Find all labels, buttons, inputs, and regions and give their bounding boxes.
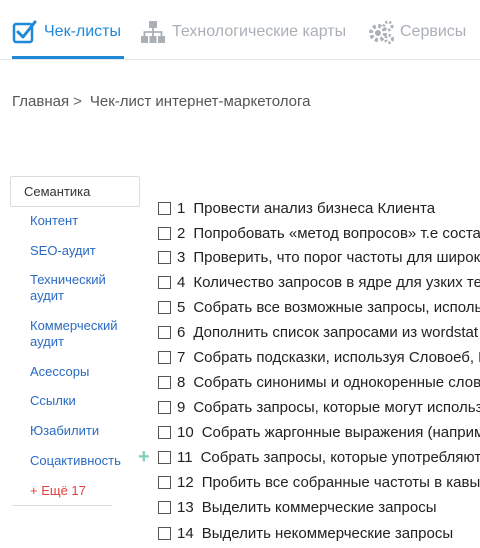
item-text[interactable]: Собрать жаргонные выражения (наприм	[202, 424, 480, 441]
checklist-item: 5 Собрать все возможные запросы, использ…	[158, 295, 480, 319]
item-text[interactable]: Выделить некоммерческие запросы	[202, 525, 453, 542]
sidebar-item-seo-audit[interactable]: SEO-аудит	[30, 243, 140, 259]
checklist-item: 8 Собрать синонимы и однокоренные слова	[158, 370, 480, 394]
checkbox[interactable]	[158, 226, 171, 240]
item-text[interactable]: Собрать запросы, которые могут использ	[193, 399, 480, 416]
tab-tech-maps[interactable]: Технологические карты	[140, 18, 346, 46]
checkbox[interactable]	[158, 526, 171, 540]
item-number: 13	[177, 498, 194, 516]
checkbox[interactable]	[158, 350, 171, 364]
tab-checklists[interactable]: Чек-листы	[12, 18, 121, 46]
sidebar-item-usability[interactable]: Юзабилити	[30, 423, 140, 439]
checklist-item: 1 Провести анализ бизнеса Клиента	[158, 196, 480, 220]
item-number: 7	[177, 348, 186, 366]
sidebar-more-link[interactable]: + Ещё 17	[30, 483, 86, 498]
checklist-item: 11 Собрать запросы, которые употребляют	[158, 445, 480, 469]
checkbox[interactable]	[158, 450, 171, 464]
checkbox[interactable]	[158, 400, 171, 414]
checkbox[interactable]	[158, 375, 171, 389]
item-number: 14	[177, 524, 194, 542]
checkbox[interactable]	[158, 425, 171, 439]
item-number: 8	[177, 373, 186, 391]
breadcrumb: Главная > Чек-лист интернет-маркетолога	[12, 93, 311, 110]
checklist-item: 3 Проверить, что порог частоты для широк…	[158, 245, 480, 269]
hierarchy-icon	[141, 21, 165, 43]
checklist: 1 Провести анализ бизнеса Клиента 2 Попр…	[158, 196, 480, 548]
checkbox[interactable]	[158, 500, 171, 514]
breadcrumb-separator: >	[73, 93, 82, 110]
checkbox[interactable]	[158, 250, 171, 264]
item-number: 9	[177, 398, 186, 416]
checkbox[interactable]	[158, 300, 171, 314]
sidebar-item-semantics[interactable]: Семантика	[10, 176, 140, 207]
item-text[interactable]: Пробить все собранные частоты в кавыч	[202, 474, 480, 491]
checklist-item: 12 Пробить все собранные частоты в кавыч	[158, 470, 480, 494]
item-number: 10	[177, 423, 194, 441]
breadcrumb-home-link[interactable]: Главная	[12, 93, 69, 110]
checkbox-icon	[12, 20, 37, 44]
checklist-item: 10 Собрать жаргонные выражения (наприм	[158, 420, 480, 444]
checklist-item: 7 Собрать подсказки, используя Словоеб, …	[158, 345, 480, 369]
sidebar-item-technical-audit[interactable]: Технический аудит	[30, 272, 140, 304]
sidebar-item-social-activity[interactable]: Соцактивность	[30, 453, 140, 469]
checkbox[interactable]	[158, 275, 171, 289]
item-number: 11	[177, 448, 193, 466]
tab-services[interactable]: Сервисы	[368, 18, 466, 46]
tab-label: Технологические карты	[172, 23, 347, 40]
item-number: 3	[177, 248, 186, 266]
item-number: 4	[177, 273, 186, 291]
add-item-button[interactable]: +	[138, 447, 150, 467]
sidebar-item-links[interactable]: Ссылки	[30, 393, 140, 409]
item-number: 2	[177, 224, 186, 242]
item-number: 12	[177, 473, 194, 491]
item-number: 1	[177, 199, 186, 217]
item-text[interactable]: Провести анализ бизнеса Клиента	[193, 200, 435, 217]
checklist-item: 13 Выделить коммерческие запросы	[158, 495, 480, 519]
breadcrumb-current: Чек-лист интернет-маркетолога	[89, 93, 311, 110]
item-text[interactable]: Собрать синонимы и однокоренные слова	[193, 374, 480, 391]
item-text[interactable]: Собрать запросы, которые употребляют	[201, 449, 480, 466]
tab-label: Сервисы	[400, 23, 467, 40]
item-text[interactable]: Выделить коммерческие запросы	[202, 499, 437, 516]
sidebar-item-assessors[interactable]: Асессоры	[30, 364, 140, 380]
item-text[interactable]: Собрать подсказки, используя Словоеб, К	[193, 349, 480, 366]
sidebar-item-commercial-audit[interactable]: Коммерческий аудит	[30, 318, 140, 350]
checklist-item: 6 Дополнить список запросами из wordstat	[158, 320, 480, 344]
item-text[interactable]: Проверить, что порог частоты для широких	[193, 249, 480, 266]
item-text[interactable]: Дополнить список запросами из wordstat	[193, 324, 478, 341]
top-navigation: Чек-листы Технологические карты Сервисы	[0, 0, 480, 60]
item-number: 5	[177, 298, 186, 316]
checklist-item: 4 Количество запросов в ядре для узких т…	[158, 270, 480, 294]
item-text[interactable]: Количество запросов в ядре для узких тем	[193, 274, 480, 291]
tab-label: Чек-листы	[44, 23, 121, 40]
item-number: 6	[177, 323, 186, 341]
item-text[interactable]: Попробовать «метод вопросов» т.е состави…	[193, 225, 480, 242]
checklist-item: 2 Попробовать «метод вопросов» т.е соста…	[158, 221, 480, 245]
checkbox[interactable]	[158, 475, 171, 489]
sidebar-divider	[12, 505, 112, 506]
checkbox[interactable]	[158, 201, 171, 215]
active-tab-indicator	[12, 56, 124, 59]
checkbox[interactable]	[158, 325, 171, 339]
item-text[interactable]: Собрать все возможные запросы, используя	[193, 299, 480, 316]
checklist-item: 9 Собрать запросы, которые могут использ	[158, 395, 480, 419]
gears-icon	[369, 20, 394, 44]
checklist-item: 14 Выделить некоммерческие запросы	[158, 521, 480, 545]
sidebar-item-content[interactable]: Контент	[30, 213, 140, 229]
